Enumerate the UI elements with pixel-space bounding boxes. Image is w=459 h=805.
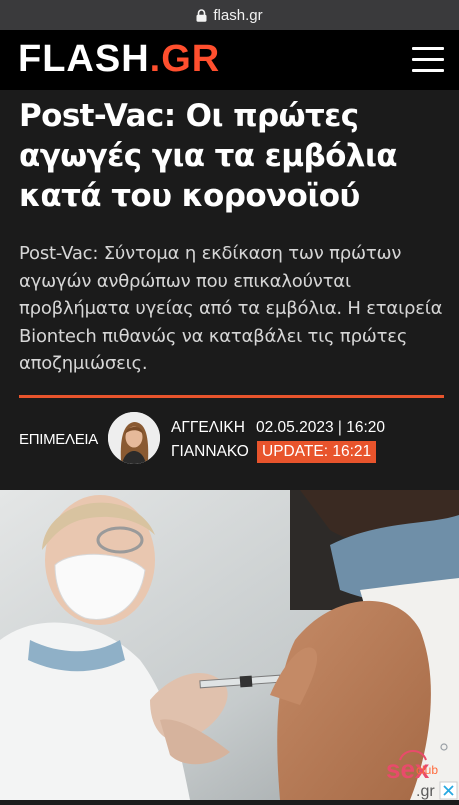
site-header: FLASH.GR xyxy=(0,30,459,90)
url-text: flash.gr xyxy=(213,6,263,24)
author-first-name[interactable]: ΑΓΓΕΛΙΚΗ xyxy=(171,419,245,437)
update-badge: UPDATE: 16:21 xyxy=(257,441,377,463)
site-logo[interactable]: FLASH.GR xyxy=(18,36,220,82)
divider xyxy=(19,395,444,398)
publish-date: 02.05.2023 | 16:20 xyxy=(256,419,386,436)
author-avatar[interactable] xyxy=(108,412,160,464)
browser-url-bar[interactable]: flash.gr xyxy=(0,0,459,30)
watermark-logo[interactable]: sex club .gr xyxy=(382,738,459,800)
author-last-name[interactable]: ΓΙΑΝΝΑΚΟ xyxy=(171,443,249,461)
lock-icon xyxy=(196,8,207,22)
logo-main: FLASH xyxy=(18,38,150,80)
article-lead: Post-Vac: Σύντομα η εκδίκαση των πρώτων … xyxy=(19,243,443,374)
watermark-tld: .gr xyxy=(416,783,435,800)
article-headline: Post-Vac: Οι πρώτες αγωγές για τα εμβόλι… xyxy=(19,98,398,214)
logo-suffix: .GR xyxy=(149,38,221,80)
hamburger-menu-icon[interactable] xyxy=(412,47,444,73)
byline-label: ΕΠΙΜΕΛΕΙΑ xyxy=(19,431,99,448)
watermark-suffix: club xyxy=(416,763,438,777)
